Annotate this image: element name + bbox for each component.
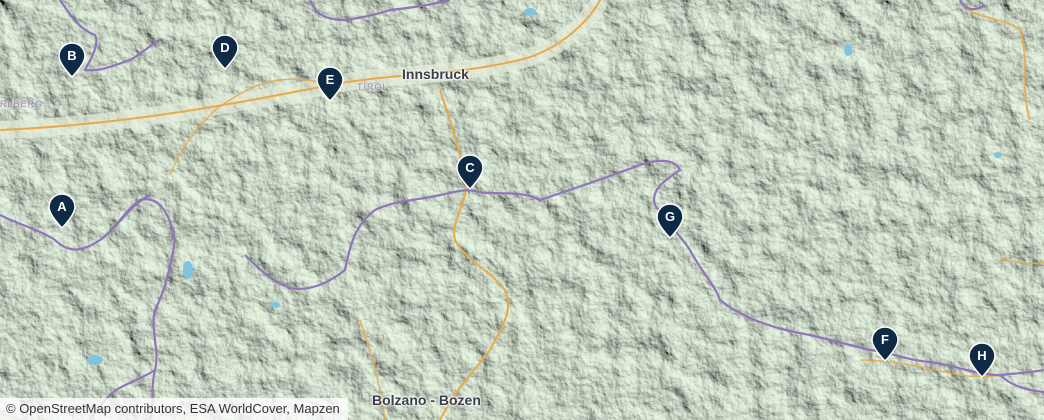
marker-label: H <box>977 348 987 363</box>
marker-label: E <box>325 72 335 87</box>
city-label-innsbruck: Innsbruck <box>402 66 469 82</box>
marker-label: A <box>57 199 67 214</box>
region-label-tirol: TIROL <box>357 82 389 92</box>
map-marker-h[interactable]: H <box>968 342 996 378</box>
marker-label: G <box>664 209 676 224</box>
map-marker-g[interactable]: G <box>656 203 684 239</box>
map-marker-c[interactable]: C <box>456 154 484 190</box>
map-marker-e[interactable]: E <box>316 66 344 102</box>
map-attribution[interactable]: © OpenStreetMap contributors, ESA WorldC… <box>0 398 348 420</box>
region-label-vorarlberg: RLBERG <box>0 99 44 109</box>
map-marker-b[interactable]: B <box>58 42 86 78</box>
city-label-bolzano: Bolzano - Bozen <box>372 392 481 408</box>
marker-label: F <box>881 332 889 347</box>
map-marker-a[interactable]: A <box>48 193 76 229</box>
map-view[interactable]: Innsbruck Bolzano - Bozen TIROL RLBERG A… <box>0 0 1044 420</box>
map-marker-d[interactable]: D <box>211 34 239 70</box>
map-marker-f[interactable]: F <box>871 326 899 362</box>
marker-label: C <box>465 160 475 175</box>
marker-label: D <box>220 40 230 55</box>
marker-label: B <box>67 48 77 63</box>
